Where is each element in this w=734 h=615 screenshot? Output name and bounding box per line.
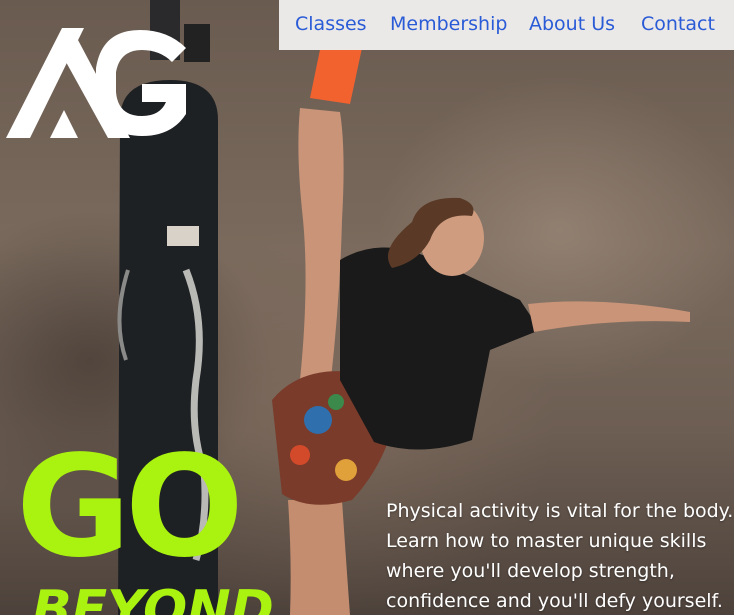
nav-link-about-us[interactable]: About Us <box>529 12 615 36</box>
logo-a-inner-stroke <box>50 110 78 138</box>
nav-link-classes[interactable]: Classes <box>295 12 367 36</box>
nav-link-contact[interactable]: Contact <box>641 12 715 36</box>
page: Classes Membership About Us Contact GO B… <box>0 0 734 615</box>
hero-headline-go: GO <box>16 426 244 589</box>
logo-a-left-stroke <box>6 28 84 138</box>
nav-link-membership[interactable]: Membership <box>390 12 507 36</box>
logo-g <box>96 30 186 136</box>
top-navigation: Classes Membership About Us Contact <box>279 0 734 50</box>
athlete-shirt <box>340 247 540 450</box>
athlete-standing-leg <box>288 500 350 615</box>
brand-logo[interactable] <box>6 26 190 140</box>
athlete-raised-leg <box>298 108 344 388</box>
hero-intro-text: Physical activity is vital for the body.… <box>386 500 734 612</box>
hero-headline-beyond: BEYOND <box>32 580 274 615</box>
bag-label <box>167 226 199 246</box>
athlete-arm <box>528 301 690 332</box>
